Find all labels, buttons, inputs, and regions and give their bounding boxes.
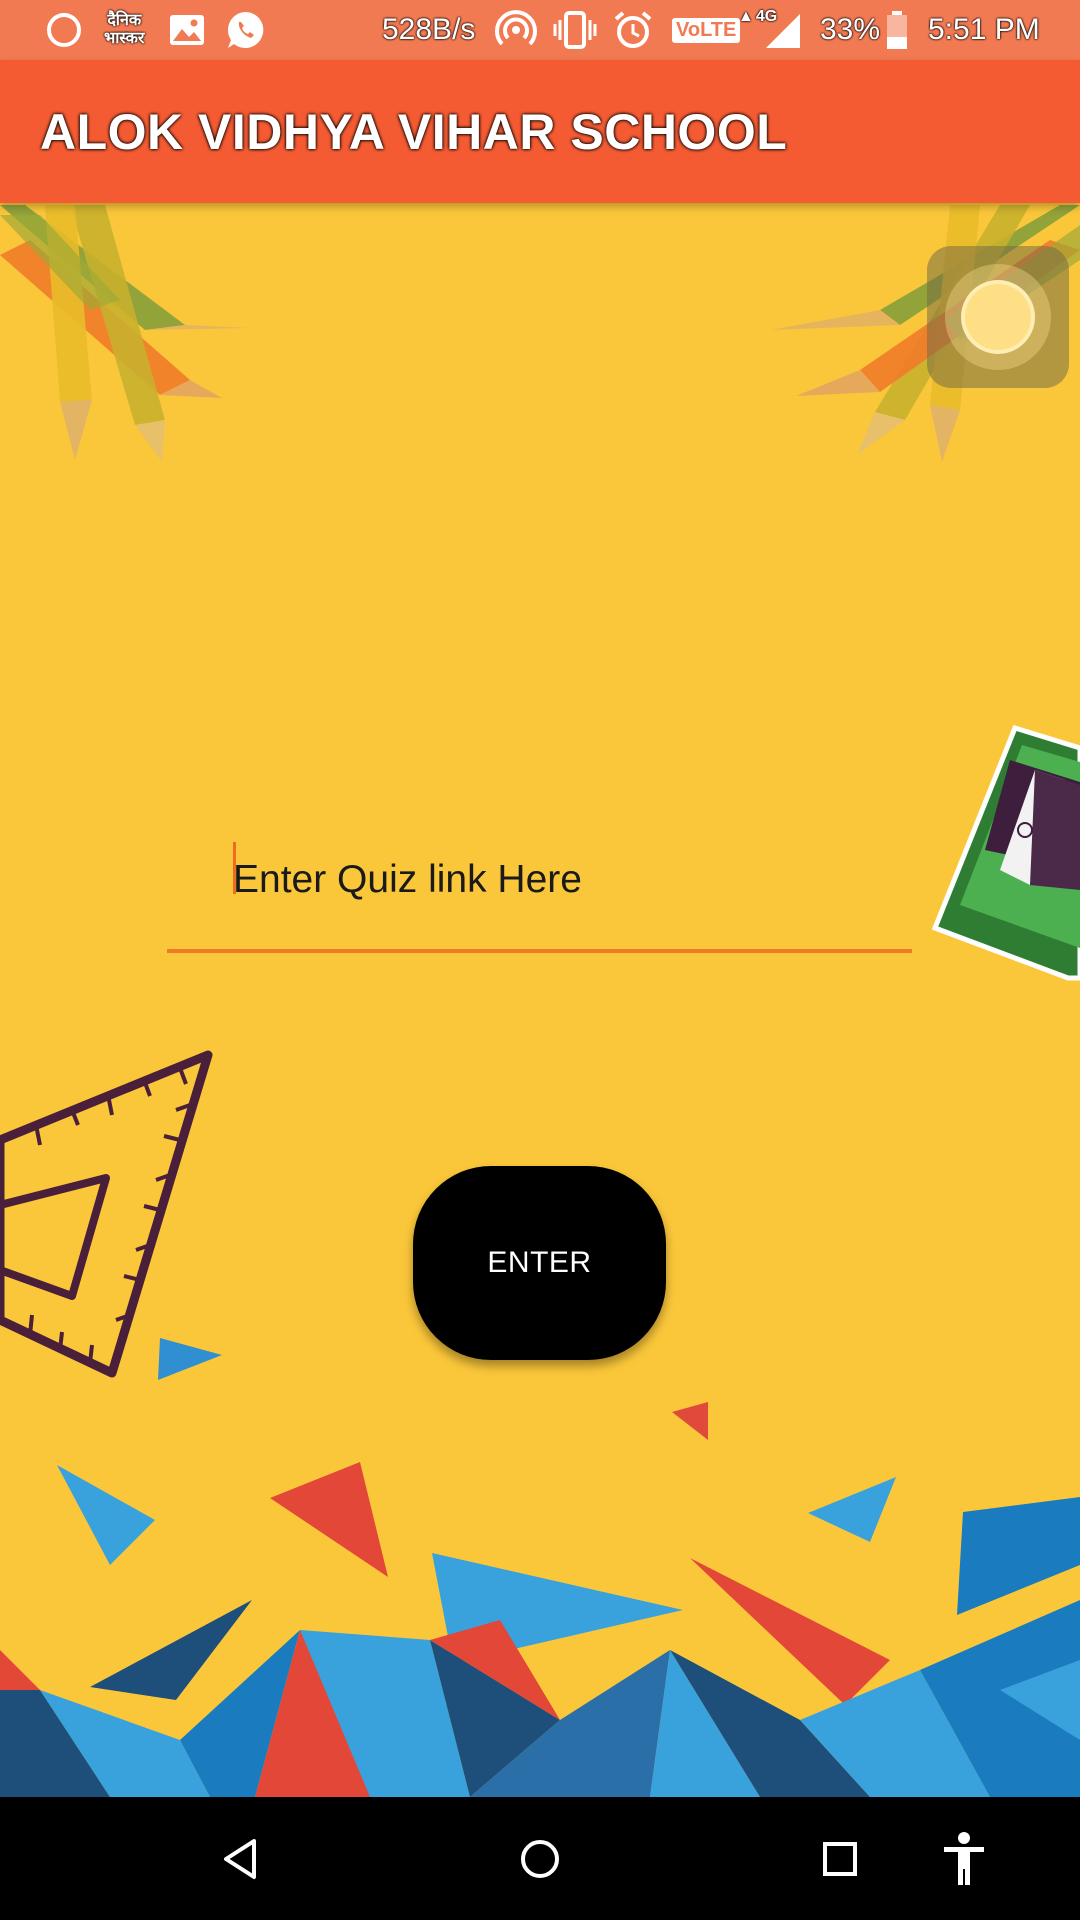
home-icon[interactable] xyxy=(480,1797,600,1920)
gallery-icon xyxy=(168,0,206,60)
background-illustration xyxy=(0,205,1080,1797)
volte-icon: VoLTE xyxy=(672,0,741,60)
dainik-bhaskar-icon: दैनिक भास्कर xyxy=(104,12,145,47)
signal-icon xyxy=(762,0,802,60)
hotspot-icon xyxy=(495,0,537,60)
app-bar: ALOK VIDHYA VIHAR SCHOOL xyxy=(0,60,1080,203)
input-underline xyxy=(167,949,912,953)
set-square-decoration xyxy=(0,1050,213,1378)
whatsapp-icon xyxy=(225,0,267,60)
alarm-icon xyxy=(612,0,654,60)
floating-assistant-button[interactable] xyxy=(927,246,1069,388)
sharpener-decoration xyxy=(931,724,1080,981)
quiz-link-input[interactable] xyxy=(233,845,893,915)
battery-percent: 33% xyxy=(820,13,881,46)
vibrate-icon xyxy=(552,0,598,60)
app-screen: दैनिक भास्कर 528B/s VoLTE ▲ 4G 33% 5:51 … xyxy=(0,0,1080,1920)
assistant-core xyxy=(961,280,1035,354)
back-icon[interactable] xyxy=(180,1797,300,1920)
circle-icon xyxy=(44,0,84,60)
battery-icon xyxy=(886,0,908,60)
accessibility-icon[interactable] xyxy=(904,1797,1024,1920)
status-bar: दैनिक भास्कर 528B/s VoLTE ▲ 4G 33% 5:51 … xyxy=(0,0,1080,60)
app-title: ALOK VIDHYA VIHAR SCHOOL xyxy=(40,103,788,160)
enter-button[interactable]: ENTER xyxy=(413,1166,666,1360)
geometric-triangles-decoration xyxy=(0,1462,1080,1797)
quiz-link-field[interactable] xyxy=(167,830,912,954)
clock-time: 5:51 PM xyxy=(928,13,1040,46)
network-speed: 528B/s xyxy=(382,13,476,46)
navigation-bar xyxy=(0,1797,1080,1920)
recents-icon[interactable] xyxy=(780,1797,900,1920)
pencils-top-left-decoration xyxy=(0,205,250,462)
text-cursor xyxy=(233,842,236,894)
